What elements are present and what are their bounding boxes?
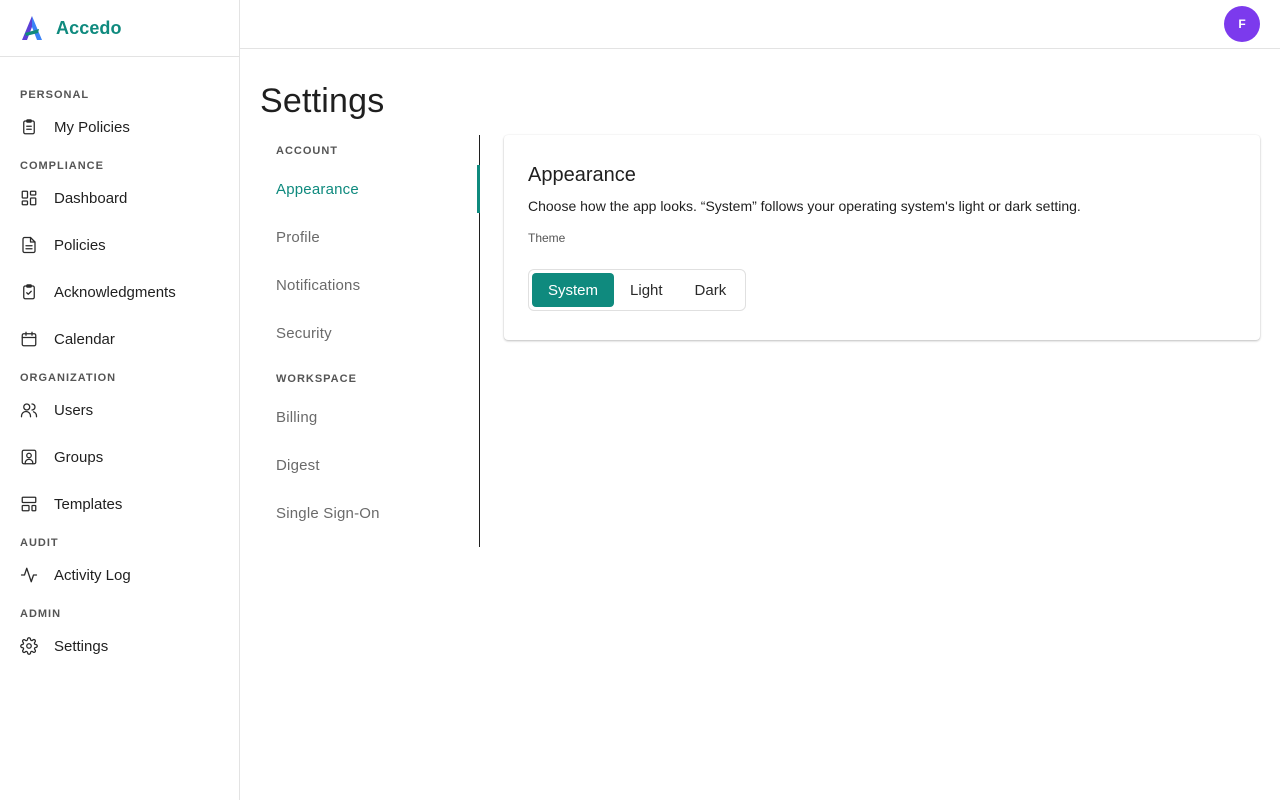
sidebar-nav: PERSONAL My Policies COMPLIANCE Dashboar… — [0, 57, 239, 666]
avatar[interactable]: F — [1224, 6, 1260, 42]
dashboard-grid-icon — [20, 189, 38, 207]
settings-tab-profile[interactable]: Profile — [260, 213, 479, 261]
users-icon — [20, 401, 38, 419]
settings-tab-digest[interactable]: Digest — [260, 441, 479, 489]
sidebar-item-activity-log[interactable]: Activity Log — [0, 555, 239, 595]
theme-option-light[interactable]: Light — [614, 273, 679, 307]
settings-tab-single-sign-on[interactable]: Single Sign-On — [260, 489, 479, 537]
settings-tab-notifications[interactable]: Notifications — [260, 261, 479, 309]
sidebar-item-acknowledgments[interactable]: Acknowledgments — [0, 272, 239, 312]
page-title: Settings — [260, 82, 385, 120]
sidebar-item-calendar[interactable]: Calendar — [0, 319, 239, 359]
clipboard-check-icon — [20, 283, 38, 301]
sidebar-item-settings[interactable]: Settings — [0, 626, 239, 666]
settings-section-workspace: WORKSPACE — [276, 373, 357, 385]
sidebar-item-label: Users — [54, 401, 94, 419]
settings-tab-appearance[interactable]: Appearance — [260, 165, 480, 213]
brand-name: Accedo — [56, 17, 122, 38]
sidebar-item-dashboard[interactable]: Dashboard — [0, 178, 239, 218]
sidebar-item-label: My Policies — [54, 118, 130, 136]
theme-option-dark[interactable]: Dark — [679, 273, 743, 307]
sidebar-section-personal: PERSONAL — [20, 89, 90, 101]
accedo-logo-icon — [22, 16, 42, 40]
sidebar-item-label: Settings — [54, 637, 109, 655]
sidebar-item-my-policies[interactable]: My Policies — [0, 107, 239, 147]
appearance-title: Appearance — [528, 164, 636, 186]
calendar-icon — [20, 330, 38, 348]
appearance-card: Appearance Choose how the app looks. “Sy… — [504, 135, 1260, 340]
settings-nav: ACCOUNT Appearance Profile Notifications… — [260, 135, 480, 547]
sidebar-section-organization: ORGANIZATION — [20, 372, 117, 384]
sidebar-item-groups[interactable]: Groups — [0, 437, 239, 477]
settings-section-account: ACCOUNT — [276, 145, 338, 157]
sidebar-item-label: Acknowledgments — [54, 283, 176, 301]
sidebar: Accedo PERSONAL My Policies COMPLIANCE D… — [0, 0, 240, 800]
theme-label: Theme — [528, 231, 566, 245]
settings-tab-security[interactable]: Security — [260, 309, 479, 357]
user-square-icon — [20, 448, 38, 466]
sidebar-item-policies[interactable]: Policies — [0, 225, 239, 265]
activity-icon — [20, 566, 38, 584]
layout-template-icon — [20, 495, 38, 513]
sidebar-section-audit: AUDIT — [20, 537, 59, 549]
settings-tab-billing[interactable]: Billing — [260, 393, 479, 441]
sidebar-item-label: Calendar — [54, 330, 115, 348]
sidebar-item-label: Activity Log — [54, 566, 131, 584]
sidebar-item-label: Groups — [54, 448, 104, 466]
sidebar-item-templates[interactable]: Templates — [0, 484, 239, 524]
sidebar-section-compliance: COMPLIANCE — [20, 160, 104, 172]
clipboard-icon — [20, 118, 38, 136]
topbar: F — [240, 0, 1280, 49]
sidebar-item-label: Templates — [54, 495, 123, 513]
sidebar-section-admin: ADMIN — [20, 608, 62, 620]
sidebar-item-label: Policies — [54, 236, 106, 254]
document-icon — [20, 236, 38, 254]
appearance-description: Choose how the app looks. “System” follo… — [528, 198, 1081, 214]
brand[interactable]: Accedo — [0, 0, 239, 57]
sidebar-item-users[interactable]: Users — [0, 390, 239, 430]
theme-selector: System Light Dark — [528, 269, 747, 311]
gear-icon — [20, 637, 38, 655]
sidebar-item-label: Dashboard — [54, 189, 128, 207]
theme-option-system[interactable]: System — [532, 273, 615, 307]
